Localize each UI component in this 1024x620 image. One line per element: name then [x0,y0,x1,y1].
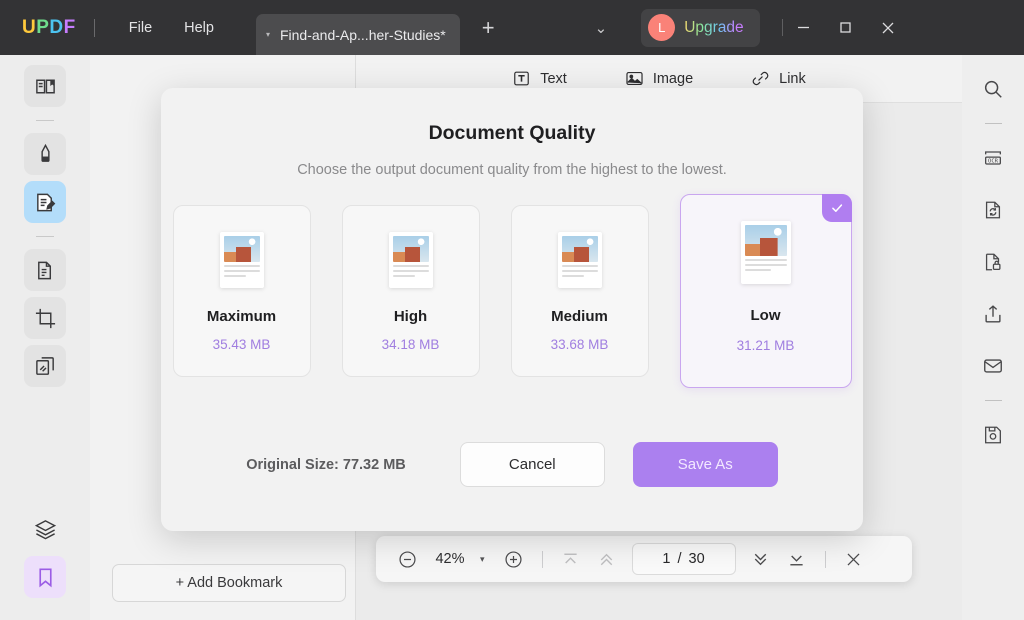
thumbnail-text-line [562,275,584,277]
upgrade-button[interactable]: L Upgrade [641,9,759,47]
document-thumbnail-icon [558,232,602,288]
thumbnail-text-line [224,270,260,272]
sidebar-item-layers[interactable] [24,508,66,550]
thumbnail-photo [224,236,260,262]
sidebar-item-edit-pdf[interactable] [24,181,66,223]
dialog-footer: Original Size: 77.32 MB Cancel Save As [161,442,863,487]
left-sidebar [0,55,90,620]
sidebar-item-page-tools[interactable] [24,249,66,291]
minimize-button[interactable] [783,5,825,51]
document-thumbnail-icon [389,232,433,288]
dialog-title: Document Quality [161,122,863,145]
quality-option-maximum[interactable]: Maximum 35.43 MB [173,205,311,377]
sidebar-item-crop[interactable] [24,297,66,339]
thumbnail-photo [393,236,429,262]
new-tab-button[interactable]: + [474,15,503,41]
quality-title: Medium [551,308,608,325]
document-thumbnail-icon [220,232,264,288]
thumbnail-photo [562,236,598,262]
upgrade-label: Upgrade [684,19,743,37]
title-bar: U P D F File Help ▾ Find-and-Ap...her-St… [0,0,1024,55]
thumbnail-text-line [562,270,598,272]
thumbnail-photo [745,225,787,256]
logo-letter-f: F [64,17,76,39]
tab-caret-icon[interactable]: ▾ [266,31,270,39]
thumbnail-text-line [745,259,787,261]
quality-option-low[interactable]: Low 31.21 MB [680,194,852,388]
thumbnail-text-line [393,270,429,272]
updf-window: U P D F File Help ▾ Find-and-Ap...her-St… [0,0,1024,620]
cancel-button[interactable]: Cancel [460,442,605,487]
quality-options: Maximum 35.43 MB High 34.18 MB [161,205,863,388]
thumbnail-text-line [562,265,598,267]
quality-size: 31.21 MB [737,338,795,353]
document-tab[interactable]: ▾ Find-and-Ap...her-Studies* [256,14,460,55]
quality-title: Maximum [207,308,276,325]
rail-divider-2 [36,236,54,237]
close-button[interactable] [867,5,909,51]
maximize-button[interactable] [825,5,867,51]
quality-size: 33.68 MB [551,337,609,352]
rail-divider-1 [36,120,54,121]
quality-size: 34.18 MB [382,337,440,352]
original-size-label: Original Size: 77.32 MB [246,457,406,473]
sidebar-item-organize[interactable] [24,345,66,387]
sidebar-item-comment[interactable] [24,133,66,175]
thumbnail-text-line [224,265,260,267]
quality-option-medium[interactable]: Medium 33.68 MB [511,205,649,377]
sidebar-item-bookmarks[interactable] [24,556,66,598]
avatar: L [648,14,675,41]
dialog-subtitle: Choose the output document quality from … [161,162,863,178]
menu-file[interactable]: File [113,14,168,42]
logo-letter-u: U [22,17,36,39]
quality-size: 35.43 MB [213,337,271,352]
titlebar-divider [94,19,95,37]
thumbnail-text-line [745,264,787,266]
quality-option-high[interactable]: High 34.18 MB [342,205,480,377]
quality-title: High [394,308,427,325]
logo-letter-p: P [36,17,49,39]
thumbnail-text-line [224,275,246,277]
save-as-button[interactable]: Save As [633,442,778,487]
thumbnail-text-line [393,265,429,267]
thumbnail-text-line [393,275,415,277]
logo-letter-d: D [49,17,63,39]
document-quality-dialog: Document Quality Choose the output docum… [161,88,863,531]
chevron-down-icon[interactable]: ⌄ [595,19,608,37]
sidebar-item-reader[interactable] [24,65,66,107]
document-thumbnail-icon [741,221,791,284]
quality-title: Low [751,307,781,324]
thumbnail-text-line [745,269,771,271]
tab-title: Find-and-Ap...her-Studies* [280,27,446,43]
menu-help[interactable]: Help [168,14,230,42]
updf-logo: U P D F [22,17,76,39]
selected-check-icon [822,194,852,222]
